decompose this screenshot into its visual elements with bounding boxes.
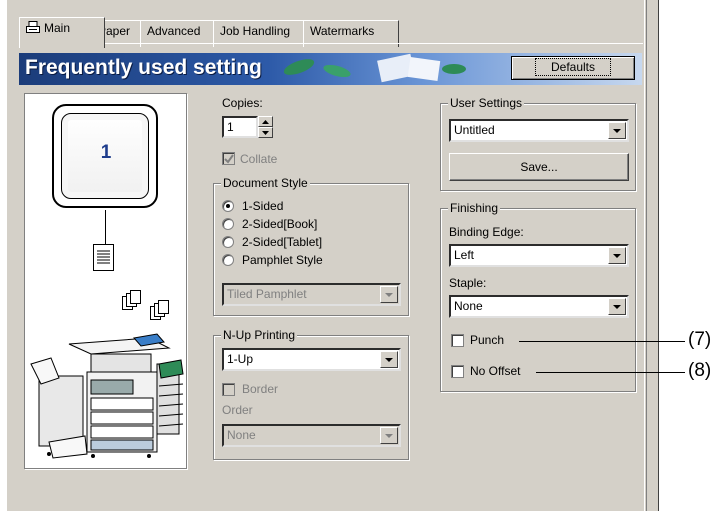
tab-main-label: Main	[44, 21, 71, 35]
collate-checkbox[interactable]	[222, 152, 235, 165]
pamphlet-select[interactable]: Tiled Pamphlet	[222, 283, 401, 306]
defaults-button[interactable]: Defaults	[511, 56, 635, 80]
binding-edge-select[interactable]: Left	[449, 244, 629, 267]
user-settings-select-value: Untitled	[454, 123, 495, 137]
banner-decoration	[283, 53, 466, 83]
radio-2-sided-tablet[interactable]	[222, 236, 234, 248]
copies-input[interactable]: 1	[222, 116, 258, 138]
page-sheet: 1	[61, 113, 149, 199]
no-offset-checkbox[interactable]	[451, 365, 464, 378]
check-icon	[224, 154, 234, 164]
printer-icon	[26, 21, 40, 33]
callout-line-punch	[519, 341, 685, 342]
nup-select[interactable]: 1-Up	[222, 348, 401, 371]
tab-main[interactable]: Main	[19, 17, 105, 48]
tab-advanced-label: Advanced	[147, 24, 201, 38]
copier-machine-icon	[30, 333, 184, 459]
staple-select-value: None	[454, 299, 483, 313]
radio-pamphlet-style-label: Pamphlet Style	[242, 253, 323, 267]
chevron-down-icon	[380, 427, 398, 444]
radio-1-sided[interactable]	[222, 200, 234, 212]
preview-panel: 1	[24, 93, 187, 469]
order-label: Order	[222, 403, 253, 417]
tab-baseline	[19, 43, 643, 44]
no-offset-label: No Offset	[470, 364, 521, 378]
spin-down-icon	[262, 131, 269, 135]
radio-1-sided-label: 1-Sided	[242, 199, 284, 213]
chevron-down-icon	[608, 298, 626, 315]
collate-label: Collate	[240, 152, 278, 166]
window-edge	[658, 0, 659, 511]
copies-spin-up[interactable]	[258, 116, 273, 127]
save-button[interactable]: Save...	[449, 153, 629, 181]
copies-label: Copies:	[222, 96, 263, 110]
tab-watermarks-label: Watermarks	[310, 24, 375, 38]
order-select-value: None	[227, 428, 256, 442]
user-settings-select[interactable]: Untitled	[449, 119, 629, 142]
chevron-down-icon	[380, 351, 398, 368]
radio-2-sided-book[interactable]	[222, 218, 234, 230]
document-style-legend: Document Style	[221, 176, 310, 190]
binding-edge-label: Binding Edge:	[449, 225, 524, 239]
punch-label: Punch	[470, 333, 505, 347]
border-checkbox[interactable]	[222, 383, 235, 396]
nup-select-value: 1-Up	[227, 352, 254, 366]
tab-job-handling-label: Job Handling	[220, 24, 291, 38]
defaults-button-label: Defaults	[534, 58, 612, 76]
staple-select[interactable]: None	[449, 295, 629, 318]
connector-line	[105, 210, 106, 244]
panel-edge-light	[644, 0, 645, 511]
output-stack-icon	[122, 290, 169, 320]
chevron-down-icon	[608, 122, 626, 139]
spin-up-icon	[262, 120, 269, 124]
callout-no-offset: (8)	[688, 360, 712, 381]
finishing-legend: Finishing	[448, 201, 501, 215]
chevron-down-icon	[608, 247, 626, 264]
radio-pamphlet-style[interactable]	[222, 254, 234, 266]
border-label: Border	[242, 382, 279, 396]
order-select[interactable]: None	[222, 424, 401, 447]
banner-title: Frequently used setting	[25, 56, 262, 79]
panel-edge-dark	[646, 0, 647, 511]
page-preview: 1	[52, 104, 158, 208]
output-document-icon	[93, 244, 114, 271]
pamphlet-select-value: Tiled Pamphlet	[227, 287, 307, 301]
radio-2-sided-book-label: 2-Sided[Book]	[242, 217, 318, 231]
user-settings-legend: User Settings	[448, 96, 525, 110]
radio-2-sided-tablet-label: 2-Sided[Tablet]	[242, 235, 323, 249]
staple-label: Staple:	[449, 276, 487, 290]
copies-spin-down[interactable]	[258, 127, 273, 138]
chevron-down-icon	[380, 286, 398, 303]
callout-line-no-offset	[536, 372, 685, 373]
punch-checkbox[interactable]	[451, 334, 464, 347]
page-number: 1	[100, 142, 112, 163]
nup-legend: N-Up Printing	[221, 328, 298, 342]
callout-punch: (7)	[688, 329, 712, 350]
binding-edge-select-value: Left	[454, 248, 475, 262]
